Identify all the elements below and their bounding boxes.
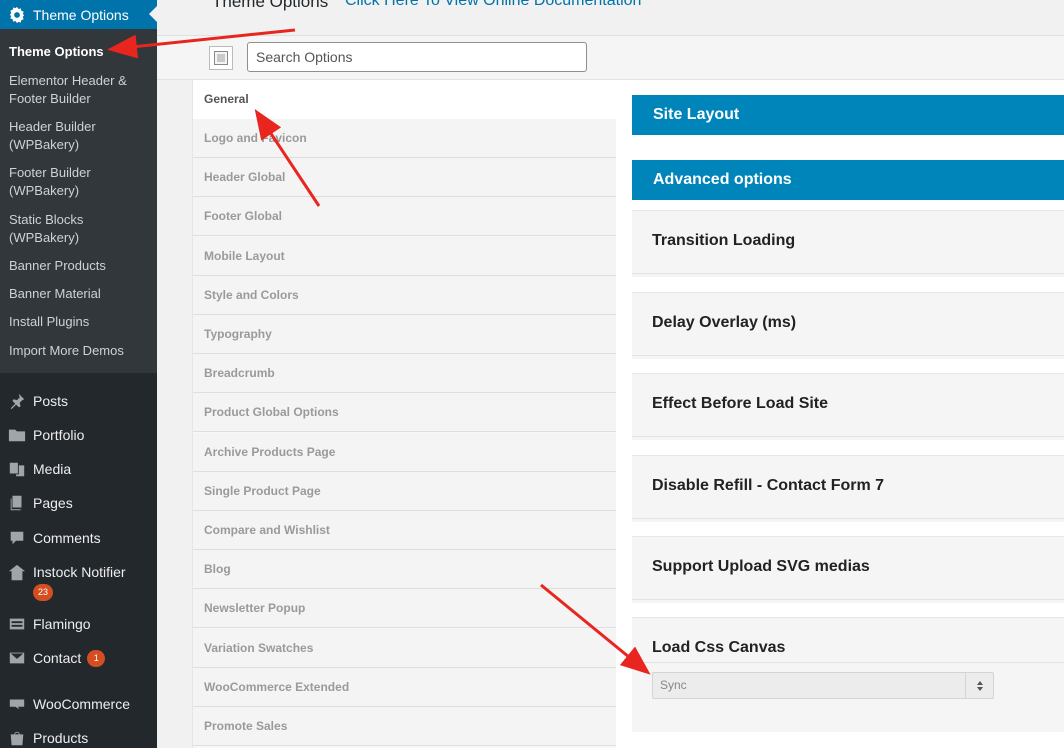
option-title: Effect Before Load Site — [652, 395, 829, 412]
menu-posts[interactable]: Posts — [0, 386, 157, 416]
menu-media[interactable]: Media — [0, 454, 157, 484]
menu-products[interactable]: Products — [0, 723, 157, 748]
submenu-import-more-demos[interactable]: Import More Demos — [9, 342, 149, 360]
menu-posts-label: Posts — [33, 393, 69, 409]
comments-icon — [0, 529, 33, 547]
pin-icon — [0, 392, 33, 410]
tab-header-global[interactable]: Header Global — [193, 158, 617, 197]
options-toolbar — [157, 36, 1064, 80]
menu-woocommerce-label: WooCommerce — [33, 696, 130, 712]
media-icon — [0, 460, 33, 478]
option-load-css-canvas: Load Css Canvas Sync — [632, 617, 1064, 732]
instock-icon — [0, 564, 33, 582]
tab-footer-global[interactable]: Footer Global — [193, 197, 617, 236]
theme-options-submenu: Theme Options Elementor Header & Footer … — [0, 29, 157, 373]
option-title: Support Upload SVG medias — [652, 558, 870, 575]
tab-variation-swatches[interactable]: Variation Swatches — [193, 629, 617, 668]
menu-contact-label: Contact — [33, 650, 82, 666]
option-divider — [632, 662, 1064, 663]
submenu-banner-material[interactable]: Banner Material — [9, 285, 149, 303]
page-title: Theme Options — [212, 0, 329, 11]
submenu-banner-products[interactable]: Banner Products — [9, 257, 149, 275]
submenu-theme-options[interactable]: Theme Options — [9, 43, 149, 61]
documentation-link[interactable]: Click Here To View Online Documentation — [345, 0, 641, 10]
folder-icon — [0, 426, 33, 444]
menu-comments[interactable]: Comments — [0, 523, 157, 553]
menu-portfolio[interactable]: Portfolio — [0, 420, 157, 450]
tab-archive-products-page[interactable]: Archive Products Page — [193, 433, 617, 472]
menu-portfolio-label: Portfolio — [33, 427, 85, 443]
option-divider — [632, 436, 1064, 437]
expand-options-button[interactable] — [209, 46, 233, 70]
options-content: Site Layout Advanced options Transition … — [616, 80, 1064, 748]
menu-media-label: Media — [33, 461, 72, 477]
option-delay-overlay: Delay Overlay (ms) — [632, 292, 1064, 359]
woocommerce-icon — [0, 695, 33, 713]
products-icon — [0, 729, 33, 747]
menu-flamingo[interactable]: Flamingo — [0, 609, 157, 639]
tab-product-global-options[interactable]: Product Global Options — [193, 393, 617, 432]
submenu-elementor-header-footer[interactable]: Elementor Header & Footer Builder — [9, 72, 149, 108]
option-transition-loading: Transition Loading — [632, 210, 1064, 277]
submenu-install-plugins[interactable]: Install Plugins — [9, 313, 149, 331]
option-divider — [632, 599, 1064, 600]
option-title: Delay Overlay (ms) — [652, 314, 797, 331]
section-site-layout[interactable]: Site Layout — [632, 95, 1064, 135]
option-divider — [632, 273, 1064, 274]
menu-theme-options-label: Theme Options — [33, 6, 129, 23]
expand-icon — [214, 51, 228, 65]
option-divider — [632, 518, 1064, 519]
tab-typography[interactable]: Typography — [193, 315, 617, 354]
option-divider — [632, 355, 1064, 356]
tab-general[interactable]: General — [193, 80, 617, 120]
gear-icon — [0, 6, 33, 24]
search-options-input[interactable] — [247, 42, 587, 72]
submenu-header-builder[interactable]: Header Builder (WPBakery) — [9, 118, 149, 154]
select-arrows-icon — [965, 673, 993, 698]
select-value: Sync — [660, 678, 687, 692]
tab-woocommerce-extended[interactable]: WooCommerce Extended — [193, 668, 617, 707]
submenu-static-blocks[interactable]: Static Blocks (WPBakery) — [9, 211, 149, 247]
menu-instock-notifier-text: Instock Notifier — [33, 564, 126, 580]
menu-pages-label: Pages — [33, 495, 73, 511]
option-title: Disable Refill - Contact Form 7 — [652, 477, 885, 494]
load-css-canvas-select[interactable]: Sync — [652, 672, 994, 699]
menu-pages[interactable]: Pages — [0, 488, 157, 518]
pages-icon — [0, 494, 33, 512]
menu-woocommerce[interactable]: WooCommerce — [0, 689, 157, 719]
instock-notifier-badge: 23 — [33, 584, 54, 601]
menu-comments-label: Comments — [33, 530, 101, 546]
contact-badge: 1 — [87, 649, 106, 667]
option-title: Load Css Canvas — [652, 639, 786, 656]
flamingo-icon — [0, 615, 33, 633]
tab-blog[interactable]: Blog — [193, 550, 617, 589]
menu-instock-notifier[interactable]: Instock Notifier 23 — [0, 557, 157, 601]
tab-promote-sales[interactable]: Promote Sales — [193, 707, 617, 746]
section-advanced-options[interactable]: Advanced options — [632, 160, 1064, 200]
option-disable-refill: Disable Refill - Contact Form 7 — [632, 455, 1064, 522]
option-effect-before-load: Effect Before Load Site — [632, 373, 1064, 440]
options-header: Theme Options Click Here To View Online … — [157, 0, 1064, 36]
tab-mobile-layout[interactable]: Mobile Layout — [193, 237, 617, 276]
menu-instock-notifier-label: Instock Notifier 23 — [33, 564, 126, 601]
tab-compare-and-wishlist[interactable]: Compare and Wishlist — [193, 511, 617, 550]
tab-single-product-page[interactable]: Single Product Page — [193, 472, 617, 511]
submenu-footer-builder[interactable]: Footer Builder (WPBakery) — [9, 164, 149, 200]
tab-logo-and-favicon[interactable]: Logo and Favicon — [193, 119, 617, 158]
option-title: Transition Loading — [652, 232, 796, 249]
admin-sidebar: Theme Options Theme Options Elementor He… — [0, 0, 157, 748]
tab-breadcrumb[interactable]: Breadcrumb — [193, 354, 617, 393]
menu-theme-options[interactable]: Theme Options — [0, 0, 157, 29]
mail-icon — [0, 649, 33, 667]
options-tabs: General Logo and Favicon Header Global F… — [192, 80, 617, 748]
menu-products-label: Products — [33, 730, 89, 746]
menu-flamingo-label: Flamingo — [33, 616, 91, 632]
tab-style-and-colors[interactable]: Style and Colors — [193, 276, 617, 315]
option-support-upload-svg: Support Upload SVG medias — [632, 536, 1064, 603]
menu-contact[interactable]: Contact 1 — [0, 643, 157, 673]
tab-newsletter-popup[interactable]: Newsletter Popup — [193, 589, 617, 628]
